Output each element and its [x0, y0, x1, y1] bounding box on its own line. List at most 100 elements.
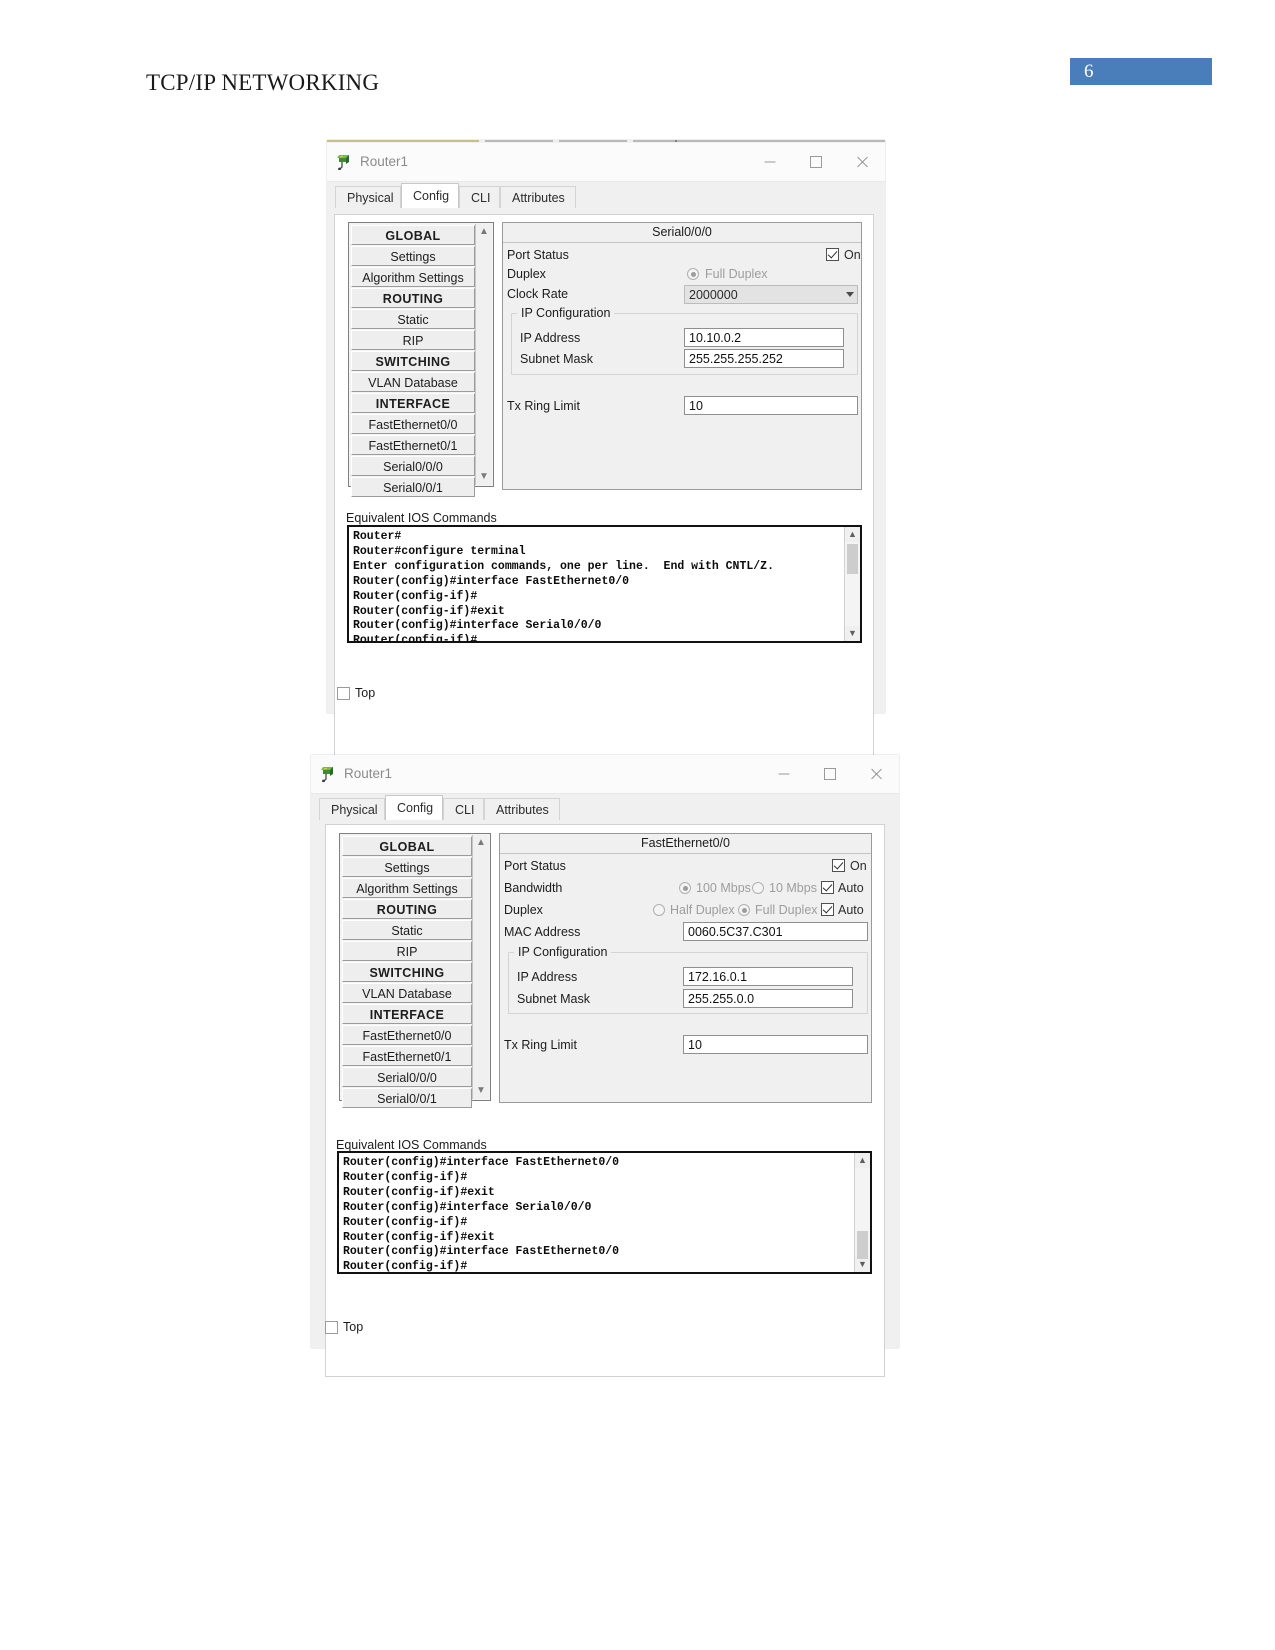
ios-commands-scrollbar[interactable]: ▲ ▼ [854, 1153, 870, 1272]
ip-address-input[interactable]: 10.10.0.2 [684, 328, 844, 347]
tree-item-global[interactable]: GLOBAL [342, 836, 472, 856]
tree-item-serial0-0-1[interactable]: Serial0/0/1 [351, 477, 475, 497]
port-status-label: Port Status [504, 859, 566, 873]
tree-item-switching[interactable]: SWITCHING [351, 351, 475, 371]
ios-commands-box[interactable]: Router# Router#configure terminal Enter … [347, 525, 862, 643]
maximize-button[interactable] [807, 755, 853, 793]
tab-physical[interactable]: Physical [335, 186, 401, 208]
close-button[interactable] [853, 755, 899, 793]
scroll-down-icon[interactable]: ▼ [855, 1257, 870, 1272]
config-tree-scrollbar[interactable]: ▲ ▼ [472, 835, 489, 1099]
tree-item-fastethernet0-0[interactable]: FastEthernet0/0 [351, 414, 475, 434]
tree-item-routing[interactable]: ROUTING [342, 899, 472, 919]
duplex-full-radio[interactable] [738, 904, 750, 916]
config-tree-panel[interactable]: GLOBAL Settings Algorithm Settings ROUTI… [339, 833, 491, 1108]
tab-attributes[interactable]: Attributes [484, 798, 560, 820]
ip-configuration-title: IP Configuration [514, 945, 612, 959]
ip-configuration-title: IP Configuration [517, 306, 615, 320]
ios-commands-scrollbar[interactable]: ▲ ▼ [844, 527, 860, 641]
minimize-icon [778, 773, 790, 775]
duplex-full-label: Full Duplex [755, 903, 818, 917]
page-number-badge: 6 [1070, 58, 1212, 85]
subnet-mask-input[interactable]: 255.255.0.0 [683, 989, 853, 1008]
tree-item-fastethernet0-1[interactable]: FastEthernet0/1 [342, 1046, 472, 1066]
tree-item-vlan-database[interactable]: VLAN Database [342, 983, 472, 1003]
duplex-auto-checkbox[interactable] [821, 903, 834, 916]
subnet-mask-input[interactable]: 255.255.255.252 [684, 349, 844, 368]
tree-item-algorithm-settings[interactable]: Algorithm Settings [342, 878, 472, 898]
bandwidth-auto-checkbox[interactable] [821, 881, 834, 894]
maximize-icon [824, 768, 836, 780]
tree-item-serial0-0-0[interactable]: Serial0/0/0 [351, 456, 475, 476]
tree-item-global[interactable]: GLOBAL [351, 225, 475, 245]
config-tree-list: GLOBAL Settings Algorithm Settings ROUTI… [351, 225, 475, 497]
tree-item-switching[interactable]: SWITCHING [342, 962, 472, 982]
ios-commands-box[interactable]: Router(config)#interface FastEthernet0/0… [337, 1151, 872, 1274]
tree-item-serial0-0-0[interactable]: Serial0/0/0 [342, 1067, 472, 1087]
router-config-window-2[interactable]: Router1 Physical Config CLI Attributes G… [311, 755, 899, 1377]
duplex-full-radio[interactable] [687, 268, 699, 280]
scroll-down-icon[interactable]: ▼ [476, 469, 492, 485]
ios-commands-label: Equivalent IOS Commands [346, 511, 497, 525]
scroll-up-icon[interactable]: ▲ [855, 1153, 870, 1168]
config-tree-panel[interactable]: GLOBAL Settings Algorithm Settings ROUTI… [348, 222, 494, 497]
tab-physical[interactable]: Physical [319, 798, 385, 820]
bandwidth-10mbps-radio[interactable] [752, 882, 764, 894]
window-titlebar[interactable]: Router1 [311, 755, 899, 794]
router-config-window-1[interactable]: Router1 Physical Config CLI Attributes G… [327, 140, 885, 819]
bandwidth-100mbps-radio[interactable] [679, 882, 691, 894]
scroll-down-icon[interactable]: ▼ [845, 626, 860, 641]
ip-address-input[interactable]: 172.16.0.1 [683, 967, 853, 986]
window-top-accent-2 [485, 140, 553, 142]
close-button[interactable] [839, 143, 885, 181]
tree-item-static[interactable]: Static [351, 309, 475, 329]
scrollbar-thumb[interactable] [857, 1231, 868, 1259]
duplex-half-radio[interactable] [653, 904, 665, 916]
tx-ring-limit-input[interactable]: 10 [684, 396, 858, 415]
tree-item-settings[interactable]: Settings [342, 857, 472, 877]
tree-item-vlan-database[interactable]: VLAN Database [351, 372, 475, 392]
tab-attributes[interactable]: Attributes [500, 186, 576, 208]
scroll-down-icon[interactable]: ▼ [473, 1083, 489, 1099]
tree-item-fastethernet0-1[interactable]: FastEthernet0/1 [351, 435, 475, 455]
tree-item-routing[interactable]: ROUTING [351, 288, 475, 308]
tree-item-interface[interactable]: INTERFACE [351, 393, 475, 413]
scrollbar-thumb[interactable] [847, 544, 858, 574]
tree-item-rip[interactable]: RIP [342, 941, 472, 961]
tab-config[interactable]: Config [385, 795, 443, 820]
tabstrip: Physical Config CLI Attributes [311, 794, 899, 822]
port-status-checkbox[interactable] [826, 248, 839, 261]
scroll-up-icon[interactable]: ▲ [476, 224, 492, 240]
minimize-button[interactable] [761, 755, 807, 793]
tree-item-settings[interactable]: Settings [351, 246, 475, 266]
port-status-checkbox[interactable] [832, 859, 845, 872]
tab-cli[interactable]: CLI [459, 186, 500, 208]
ip-address-label: IP Address [517, 970, 578, 984]
config-tree[interactable] [675, 140, 677, 142]
maximize-button[interactable] [793, 143, 839, 181]
scroll-up-icon[interactable]: ▲ [473, 835, 489, 851]
close-icon [870, 768, 883, 781]
duplex-auto-label: Auto [838, 903, 864, 917]
tab-cli[interactable]: CLI [443, 798, 484, 820]
tree-item-static[interactable]: Static [342, 920, 472, 940]
bandwidth-label: Bandwidth [504, 881, 563, 895]
minimize-button[interactable] [747, 143, 793, 181]
tree-item-algorithm-settings[interactable]: Algorithm Settings [351, 267, 475, 287]
config-tree-scrollbar[interactable]: ▲ ▼ [475, 224, 492, 485]
window-titlebar[interactable]: Router1 [327, 143, 885, 182]
tree-item-fastethernet0-0[interactable]: FastEthernet0/0 [342, 1025, 472, 1045]
tree-item-rip[interactable]: RIP [351, 330, 475, 350]
tx-ring-limit-input[interactable]: 10 [683, 1035, 868, 1054]
maximize-icon [810, 156, 822, 168]
mac-address-input[interactable]: 0060.5C37.C301 [683, 922, 868, 941]
ip-address-label: IP Address [520, 331, 581, 345]
top-checkbox[interactable] [325, 1321, 338, 1334]
tree-item-serial0-0-1[interactable]: Serial0/0/1 [342, 1088, 472, 1108]
subnet-mask-label: Subnet Mask [517, 992, 590, 1006]
clock-rate-select[interactable]: 2000000 [684, 285, 858, 304]
tree-item-interface[interactable]: INTERFACE [342, 1004, 472, 1024]
tab-config[interactable]: Config [401, 183, 459, 208]
scroll-up-icon[interactable]: ▲ [845, 527, 860, 542]
top-checkbox[interactable] [337, 687, 350, 700]
